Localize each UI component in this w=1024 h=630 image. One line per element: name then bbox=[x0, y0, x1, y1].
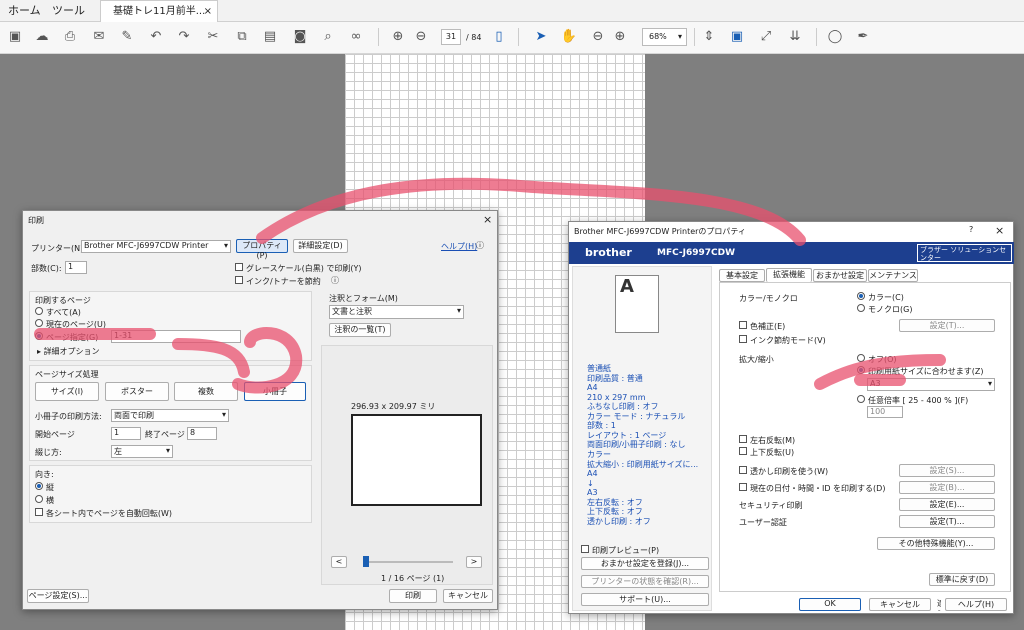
annotation-overlay bbox=[34, 177, 946, 394]
circle-stroke bbox=[232, 327, 303, 394]
arrow-stroke bbox=[256, 177, 806, 246]
arrow-stroke bbox=[172, 338, 250, 378]
